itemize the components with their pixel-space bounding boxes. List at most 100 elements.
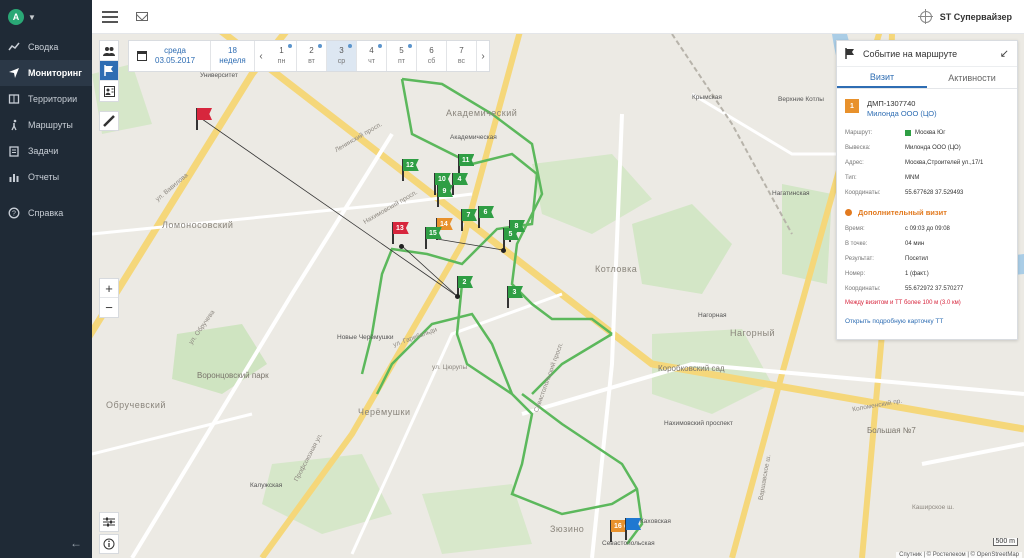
day-cell[interactable]: 7 вс: [447, 41, 477, 71]
location-arrow-icon: [8, 67, 20, 79]
district-label: Академический: [446, 108, 518, 118]
metro-label: Крымская: [692, 94, 722, 101]
week-number: 18: [228, 46, 237, 55]
tab-visit[interactable]: Визит: [837, 67, 927, 88]
day-cell[interactable]: 5 пт: [387, 41, 417, 71]
collapse-panel-icon[interactable]: ↙: [1000, 47, 1009, 60]
field-label: В точке:: [845, 240, 868, 247]
status-dot-icon: [845, 209, 852, 216]
has-data-dot: [348, 44, 352, 48]
field-label: Маршрут:: [845, 129, 873, 136]
panel-header: Событие на маршруте ↙: [837, 41, 1017, 67]
ruler-button[interactable]: [99, 111, 119, 131]
hamburger-menu-icon[interactable]: [102, 10, 118, 23]
metro-label: Верхние Котлы: [778, 96, 824, 103]
field-coords: Координаты: 55.677628 37.529493: [837, 185, 1017, 200]
field-value: Милонда ООО (ЦО): [905, 144, 961, 151]
day-name: сб: [427, 58, 436, 65]
chevron-down-icon[interactable]: ▼: [28, 13, 36, 22]
day-number: 4: [369, 46, 374, 55]
park-label: Большая №7: [867, 426, 916, 435]
next-week-button[interactable]: ›: [477, 41, 489, 71]
crosshair-icon[interactable]: [917, 8, 933, 24]
visit-point[interactable]: [399, 244, 404, 249]
field-sign: Вывеска: Милонда ООО (ЦО): [837, 140, 1017, 155]
tab-activities[interactable]: Активности: [927, 67, 1017, 88]
route-color-swatch: [905, 129, 911, 136]
user-area[interactable]: ST Супервайзер: [917, 8, 1012, 24]
zoom-in-button[interactable]: +: [100, 279, 118, 298]
day-name: пт: [398, 58, 405, 65]
visit-point[interactable]: [455, 294, 460, 299]
sidebar-item-summary[interactable]: Сводка: [0, 34, 92, 60]
day-name: вт: [308, 58, 315, 65]
sidebar-item-help[interactable]: ? Справка: [0, 200, 92, 226]
ruler-icon: [103, 115, 115, 127]
field-label: Вывеска:: [845, 144, 871, 151]
day-cell[interactable]: 4 чт: [357, 41, 387, 71]
district-label: Ломоносовский: [162, 220, 234, 230]
field-duration: В точке: 04 мин: [837, 236, 1017, 251]
day-cell-selected[interactable]: 3 ср: [327, 41, 357, 71]
flag-icon: [104, 65, 113, 76]
section-title: Дополнительный визит: [858, 208, 947, 217]
sliders-icon: [103, 517, 115, 527]
sidebar-item-routes[interactable]: Маршруты: [0, 112, 92, 138]
outlet-badge: 1: [845, 99, 859, 113]
week-label: неделя: [219, 56, 246, 65]
flag-layer-button[interactable]: [100, 61, 118, 81]
day-name: пн: [277, 58, 286, 65]
visit-point[interactable]: [501, 248, 506, 253]
map-attribution[interactable]: Спутник | © Ростелеком | © OpenStreetMap: [896, 552, 1022, 558]
day-number: 3: [339, 46, 344, 55]
contact-card-icon: [103, 85, 115, 97]
map-layer-tools: [99, 40, 119, 102]
has-data-dot: [288, 44, 292, 48]
contacts-layer-button[interactable]: [100, 81, 118, 101]
week-selector[interactable]: 18 неделя: [211, 41, 255, 71]
info-button[interactable]: [99, 534, 119, 554]
field-value: 55.672972 37.570277: [905, 285, 964, 292]
day-cell[interactable]: 1 пн: [267, 41, 297, 71]
sidebar-item-label: Мониторинг: [28, 68, 82, 78]
metro-label: Каховская: [640, 518, 671, 525]
user-menu[interactable]: A ▼: [0, 0, 92, 34]
sidebar-item-territories[interactable]: Территории: [0, 86, 92, 112]
sidebar-item-reports[interactable]: Отчеты: [0, 164, 92, 190]
sidebar-item-tasks[interactable]: Задачи: [0, 138, 92, 164]
filter-settings-button[interactable]: [99, 512, 119, 532]
zoom-out-button[interactable]: −: [100, 298, 118, 317]
field-address: Адрес: Москва,Строителей ул.,17/1: [837, 155, 1017, 170]
day-name: чт: [368, 58, 375, 65]
sidebar: A ▼ Сводка Мониторинг Территории Маршрут…: [0, 0, 92, 558]
field-time: Время: с 09:03 до 09:08: [837, 221, 1017, 236]
metro-label: Университет: [200, 72, 238, 79]
field-value: 1 (факт.): [905, 270, 929, 277]
open-outlet-card-link[interactable]: Открыть подробную карточку ТТ: [837, 310, 1017, 333]
panel-title: Событие на маршруте: [863, 48, 958, 59]
day-cell[interactable]: 6 сб: [417, 41, 447, 71]
field-value: 04 мин: [905, 240, 925, 247]
user-name[interactable]: ST Супервайзер: [940, 12, 1012, 22]
chevron-left-icon: ‹: [259, 50, 263, 62]
field-type: Тип: MNM: [837, 170, 1017, 185]
field-value: с 09:03 до 09:08: [905, 225, 950, 232]
outlet-name[interactable]: Милонда ООО (ЦО): [867, 109, 937, 119]
zoom-control: + −: [99, 278, 119, 318]
field-visit-coords: Координаты: 55.672972 37.570277: [837, 281, 1017, 296]
field-label: Координаты:: [845, 285, 881, 292]
day-cell[interactable]: 2 вт: [297, 41, 327, 71]
field-value: Москва,Строителей ул.,17/1: [905, 159, 984, 166]
mail-icon[interactable]: [136, 12, 148, 21]
district-label: Обручевский: [106, 400, 166, 410]
date-picker[interactable]: среда 03.05.2017: [129, 41, 211, 71]
field-label: Результат:: [845, 255, 874, 262]
top-bar: ST Супервайзер: [92, 0, 1024, 34]
avatar[interactable]: A: [8, 9, 24, 25]
flag-icon: [845, 48, 854, 59]
users-layer-button[interactable]: [100, 41, 118, 61]
selected-date[interactable]: среда 03.05.2017: [155, 46, 195, 66]
prev-week-button[interactable]: ‹: [255, 41, 267, 71]
collapse-sidebar-icon[interactable]: ←: [70, 536, 82, 550]
sidebar-item-monitoring[interactable]: Мониторинг: [0, 60, 92, 86]
